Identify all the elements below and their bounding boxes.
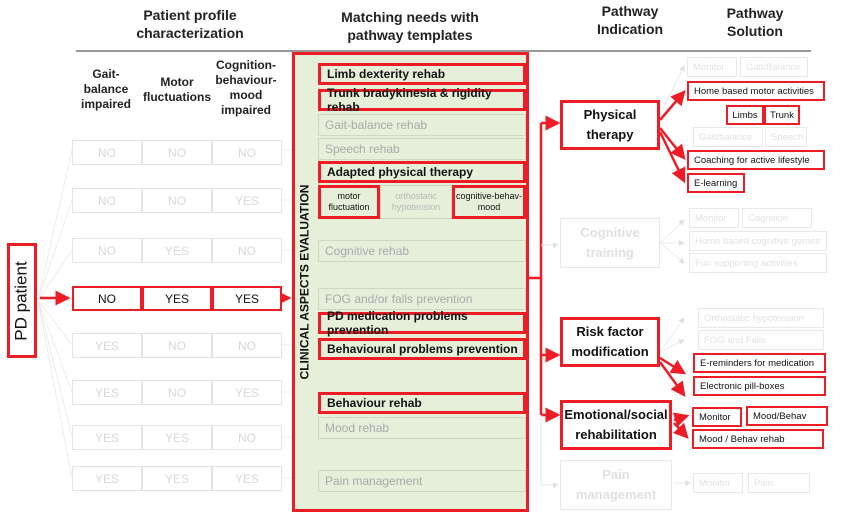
profile-cell[interactable]: NO [142, 188, 212, 213]
profile-cell[interactable]: YES [212, 466, 282, 491]
template-adapted-physical[interactable]: Adapted physical therapy [318, 161, 526, 183]
profile-cell[interactable]: YES [212, 188, 282, 213]
subtemplate-motor-fluctuation[interactable]: motor fluctuation [318, 185, 380, 219]
solution-cognition[interactable]: Cognition [742, 208, 812, 228]
profile-cell[interactable]: YES [72, 380, 142, 405]
template-mood-rehab[interactable]: Mood rehab [318, 417, 526, 439]
solution-fog-falls[interactable]: FOG and Falls [698, 330, 824, 350]
profile-cell[interactable]: NO [72, 286, 142, 311]
template-behavioural-prevention[interactable]: Behavioural problems prevention [318, 338, 526, 360]
clinical-aspects-label: CLINICAL ASPECTS EVALUATION [293, 52, 315, 512]
solution-home-motor-activities[interactable]: Home based motor activities [687, 81, 825, 101]
solution-elearning[interactable]: E-learning [687, 173, 745, 193]
solution-pain-monitor[interactable]: Monitor [693, 473, 743, 493]
subtemplate-orthostatic[interactable]: orthostatic hypotension [380, 185, 452, 219]
profile-cell[interactable]: NO [72, 188, 142, 213]
indication-pain-management[interactable]: Pain management [560, 460, 672, 510]
profile-cell[interactable]: NO [72, 238, 142, 263]
pd-patient-label: PD patient [12, 260, 32, 341]
solution-e-reminders[interactable]: E-reminders for medication [693, 353, 826, 373]
solution-orthostatic[interactable]: Orthostatic hypotension [698, 308, 824, 328]
solution-emotional-monitor[interactable]: Monitor [692, 407, 742, 427]
solution-physical-gait-balance[interactable]: Gait/Balance [740, 57, 808, 77]
solution-mood-behav[interactable]: Mood/Behav [746, 406, 828, 426]
clinical-aspects-text: CLINICAL ASPECTS EVALUATION [297, 184, 311, 380]
solution-gait-balance-2[interactable]: Gait/balance [693, 127, 763, 147]
template-fog-falls[interactable]: FOG and/or falls prevention [318, 288, 526, 310]
indication-physical-therapy[interactable]: Physical therapy [560, 100, 660, 150]
template-trunk-bradykinesia[interactable]: Trunk bradykinesia & rigidity rehab [318, 86, 526, 114]
solution-mood-behav-rehab[interactable]: Mood / Behav rehab [692, 429, 824, 449]
solution-pill-boxes[interactable]: Electronic pill-boxes [693, 376, 826, 396]
header-matching: Matching needs with pathway templates [341, 9, 479, 43]
solution-fun-activities[interactable]: Fun supporting activities [689, 253, 827, 273]
template-gait-balance[interactable]: Gait-balance rehab [318, 114, 526, 136]
column-header-gait: Gait-balance impaired [80, 67, 131, 111]
profile-cell[interactable]: YES [142, 286, 212, 311]
template-pain-management[interactable]: Pain management [318, 470, 526, 492]
template-cognitive[interactable]: Cognitive rehab [318, 240, 526, 262]
header-profile: Patient profile characterization [136, 7, 244, 41]
profile-cell[interactable]: NO [72, 140, 142, 165]
profile-cell[interactable]: YES [72, 466, 142, 491]
profile-cell[interactable]: NO [142, 380, 212, 405]
template-limb-dexterity[interactable]: Limb dexterity rehab [318, 63, 526, 85]
profile-cell[interactable]: NO [142, 333, 212, 358]
subtemplate-cognitive-behav-mood[interactable]: cognitive-behav-mood [452, 185, 526, 219]
profile-cell[interactable]: YES [142, 466, 212, 491]
profile-cell[interactable]: YES [142, 425, 212, 450]
pd-patient-box[interactable]: PD patient [7, 243, 37, 358]
header-solution: Pathway Solution [726, 5, 784, 39]
indication-risk-factor[interactable]: Risk factor modification [560, 317, 660, 367]
column-header-cognition: Cognition-behaviour-mood impaired [215, 58, 277, 117]
solution-coaching[interactable]: Coaching for active lifestyle [687, 150, 825, 170]
template-speech[interactable]: Speech rehab [318, 138, 526, 160]
indication-emotional-social[interactable]: Emotional/social rehabilitation [560, 400, 672, 450]
profile-cell[interactable]: NO [212, 238, 282, 263]
solution-physical-monitor[interactable]: Monitor [687, 57, 737, 77]
profile-cell[interactable]: YES [72, 425, 142, 450]
profile-cell[interactable]: NO [142, 140, 212, 165]
profile-cell[interactable]: NO [212, 333, 282, 358]
solution-speech[interactable]: Speech [765, 127, 807, 147]
header-indication: Pathway Indication [596, 3, 664, 37]
column-header-motor: Motor fluctuations [143, 75, 211, 104]
solution-pain[interactable]: Pain [748, 473, 810, 493]
solution-cognitive-monitor[interactable]: Monitor [689, 208, 739, 228]
solution-cognitive-games[interactable]: Home based cognitive games [689, 231, 827, 251]
solution-trunk[interactable]: Trunk [764, 105, 800, 125]
template-behaviour-rehab[interactable]: Behaviour rehab [318, 392, 526, 414]
profile-cell[interactable]: YES [142, 238, 212, 263]
indication-cognitive-training[interactable]: Cognitive training [560, 218, 660, 268]
template-pd-medication[interactable]: PD medication problems prevention [318, 309, 526, 337]
profile-cell[interactable]: YES [72, 333, 142, 358]
profile-cell[interactable]: YES [212, 380, 282, 405]
profile-cell[interactable]: NO [212, 425, 282, 450]
profile-cell[interactable]: YES [212, 286, 282, 311]
profile-cell[interactable]: NO [212, 140, 282, 165]
solution-limbs[interactable]: Limbs [726, 105, 764, 125]
